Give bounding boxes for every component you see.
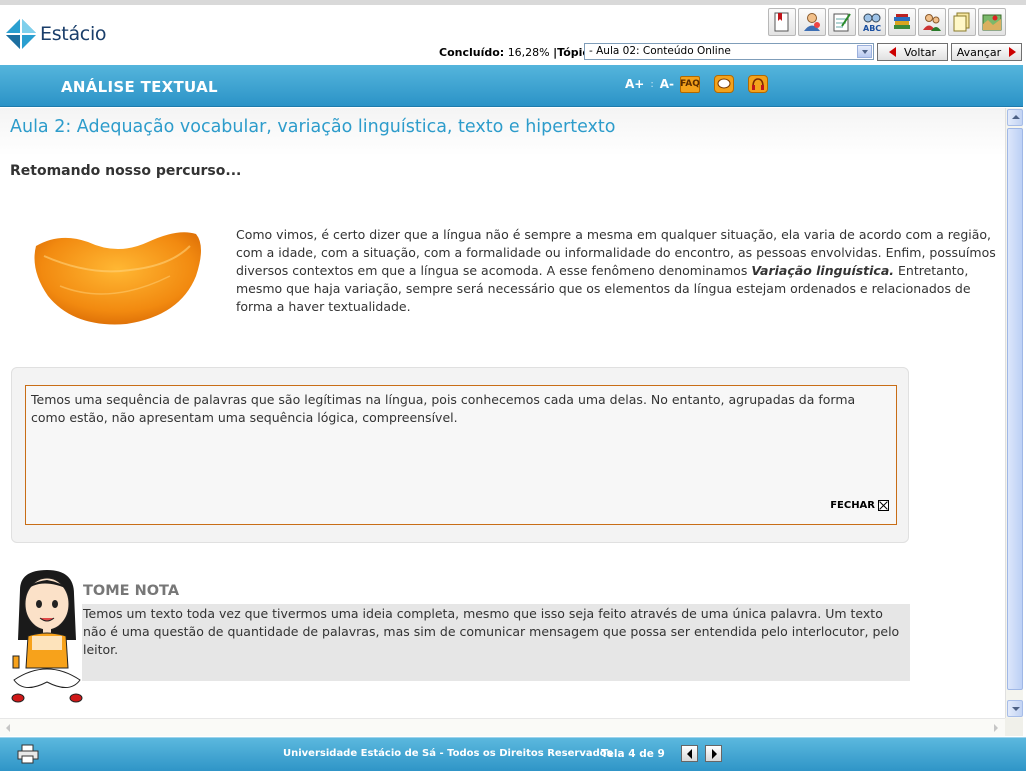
topic-selected-value: - Aula 02: Conteúdo Online [589,45,731,57]
progress-indicator: Concluído: 16,28% |Tópico [439,43,596,61]
estacio-logo: Estácio [4,17,107,51]
tip-text: Temos um texto toda vez que tivermos uma… [83,606,900,657]
faq-button[interactable]: FAQ [680,75,700,93]
chevron-down-icon[interactable] [857,45,872,58]
tutor-avatar-image [11,570,83,703]
previous-page-button[interactable] [681,745,698,762]
close-button[interactable]: FECHAR [830,500,889,511]
next-button-label: Avançar [956,45,1002,59]
intro-paragraph: Como vimos, é certo dizer que a língua n… [236,226,998,316]
scroll-right-button[interactable] [988,721,1004,735]
tip-box: Temos um texto toda vez que tivermos uma… [82,604,910,681]
footer: Universidade Estácio de Sá - Todos os Di… [0,737,1026,771]
arrow-right-icon [1009,47,1017,57]
tip-heading: TOME NOTA [83,583,180,599]
tools-toolbar: ABC [768,8,1006,36]
library-icon[interactable] [888,8,916,36]
font-tools-separator: : [650,78,654,90]
topic-select[interactable]: - Aula 02: Conteúdo Online [584,43,874,60]
tutor-icon[interactable] [798,8,826,36]
map-icon[interactable] [978,8,1006,36]
next-button[interactable]: Avançar [951,43,1022,61]
section-heading: Retomando nosso percurso... [10,163,242,179]
note-inner-box: Temos uma sequência de palavras que são … [25,385,897,525]
back-button[interactable]: Voltar [877,43,948,61]
close-icon [878,500,889,511]
scroll-down-button[interactable] [1007,700,1023,717]
font-increase-button[interactable]: A+ [625,77,644,91]
next-page-button[interactable] [705,745,722,762]
logo-diamond-icon [5,18,37,50]
intro-emphasis: Variação linguística. [751,263,895,278]
svg-text:ABC: ABC [863,24,881,33]
copyright-text: Universidade Estácio de Sá - Todos os Di… [283,748,613,759]
header: Estácio ABC Concluído: 16,28% |Tópico - … [0,5,1026,65]
notepad-icon[interactable] [828,8,856,36]
lesson-content: Aula 2: Adequação vocabular, variação li… [0,108,1005,718]
note-text: Temos uma sequência de palavras que são … [31,392,856,425]
bookmark-icon[interactable] [768,8,796,36]
users-icon[interactable] [918,8,946,36]
scroll-left-button[interactable] [1,721,17,735]
scroll-thumb[interactable] [1007,128,1023,690]
lesson-title: Aula 2: Adequação vocabular, variação li… [10,117,616,137]
orange-slice-image [34,232,201,325]
note-panel: Temos uma sequência de palavras que são … [11,367,909,543]
font-decrease-button[interactable]: A- [660,77,674,91]
course-bar: ANÁLISE TEXTUAL A+ : A- FAQ [0,65,1026,107]
chat-icon[interactable] [714,75,734,93]
horizontal-scrollbar[interactable] [0,718,1005,736]
print-icon[interactable] [17,744,39,764]
back-button-label: Voltar [903,45,937,59]
vertical-scrollbar[interactable] [1005,108,1023,718]
documents-icon[interactable] [948,8,976,36]
logo-text: Estácio [40,23,107,45]
close-button-label: FECHAR [830,500,875,511]
page-counter: Tela 4 de 9 [601,748,665,760]
reading-tools: A+ : A- FAQ [625,75,768,93]
course-title: ANÁLISE TEXTUAL [61,78,218,96]
headphones-icon[interactable] [748,75,768,93]
scrollbar-corner [1005,718,1023,736]
progress-label: Concluído: [439,45,505,59]
arrow-left-icon [888,47,896,57]
scroll-up-button[interactable] [1007,109,1023,126]
dictionary-icon[interactable]: ABC [858,8,886,36]
progress-value: 16,28% [507,45,550,59]
